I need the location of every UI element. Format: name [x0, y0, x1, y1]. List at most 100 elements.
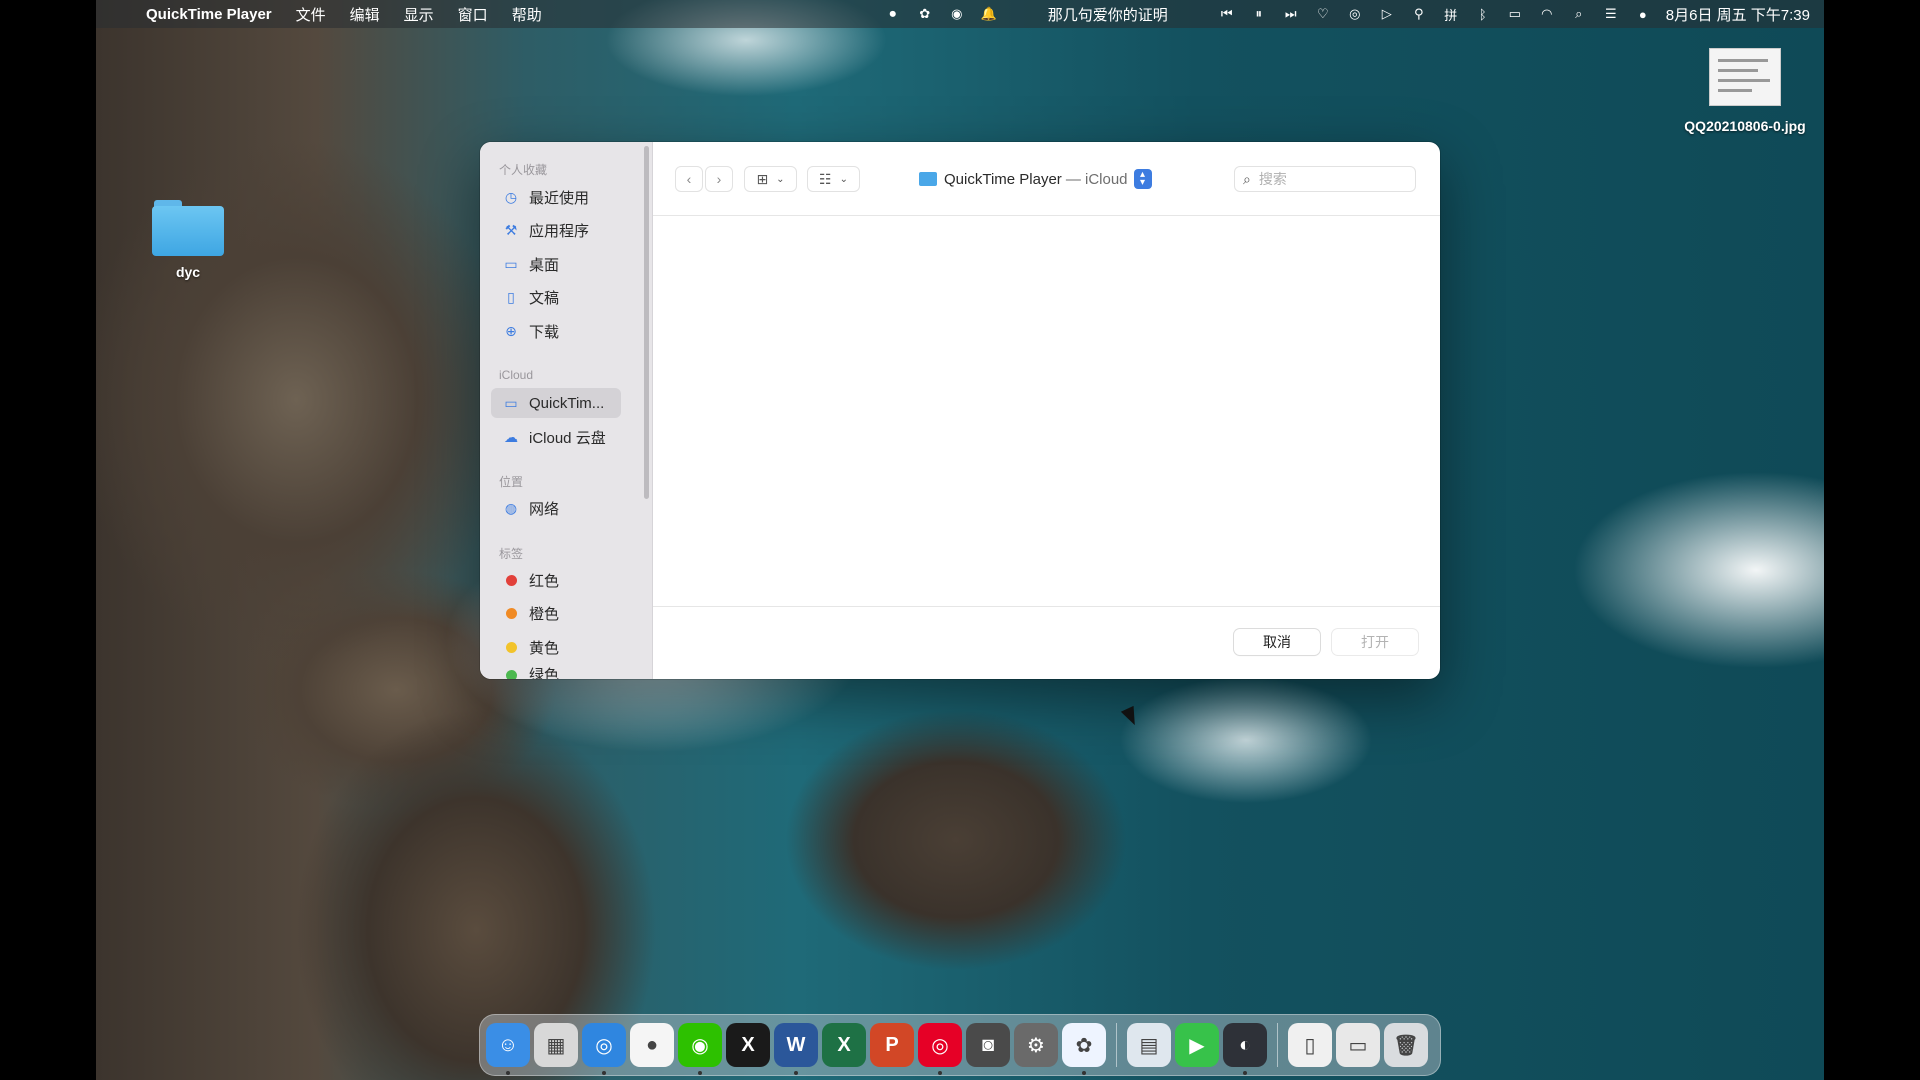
- next-track-icon[interactable]: ⏭: [1282, 6, 1300, 22]
- sidebar-scrollbar[interactable]: [644, 146, 649, 499]
- location-suffix: — iCloud: [1065, 170, 1128, 188]
- dock-screenshot-icon[interactable]: ◙: [966, 1023, 1010, 1067]
- open-button[interactable]: 打开: [1332, 629, 1418, 655]
- sidebar-tag-yellow[interactable]: 黄色: [491, 632, 621, 662]
- dock-capcut-icon[interactable]: X: [726, 1023, 770, 1067]
- sidebar-item-label: 应用程序: [529, 222, 590, 240]
- previous-track-icon[interactable]: ⏮: [1218, 6, 1236, 22]
- dock-launchpad-icon[interactable]: ▦: [534, 1023, 578, 1067]
- dock-word-icon[interactable]: W: [774, 1023, 818, 1075]
- mouse-cursor-icon: [1120, 705, 1142, 729]
- sidebar-item-label: 最近使用: [529, 189, 590, 207]
- dock-baidu-netdisk-icon[interactable]: ✿: [1062, 1023, 1106, 1075]
- desktop-folder-label: dyc: [175, 264, 201, 280]
- dock-finder-icon[interactable]: ☺: [486, 1023, 530, 1075]
- group-by-button[interactable]: ☷ ⌄: [807, 166, 860, 192]
- sidebar-item-label: 网络: [529, 500, 560, 518]
- applications-icon: ⚒: [504, 221, 518, 238]
- play-circle-icon[interactable]: ▷: [1378, 6, 1396, 22]
- input-method-icon[interactable]: 拼: [1442, 6, 1460, 23]
- sidebar-item-label: 红色: [529, 572, 560, 590]
- sidebar-item-quicktime-icloud[interactable]: ▭ QuickTim...: [491, 388, 621, 418]
- red-tag-dot-icon: [506, 574, 517, 586]
- desktop-folder-dyc[interactable]: dyc: [138, 196, 238, 280]
- sidebar-item-documents[interactable]: ▯ 文稿: [491, 282, 621, 312]
- notification-bell-icon[interactable]: 🔔: [980, 6, 998, 22]
- dialog-footer: 取消 打开: [653, 606, 1440, 679]
- menu-file[interactable]: 文件: [284, 4, 338, 25]
- netease-music-icon[interactable]: ◎: [1346, 6, 1364, 22]
- now-playing-title[interactable]: 那几句爱你的证明: [1048, 4, 1168, 25]
- siri-icon[interactable]: ●: [1634, 6, 1652, 22]
- image-thumbnail-icon: [1709, 48, 1781, 106]
- location-popup[interactable]: QuickTime Player — iCloud ▴ ▾: [919, 166, 1152, 192]
- forward-button[interactable]: ›: [705, 166, 733, 192]
- battery-icon[interactable]: ▭: [1506, 6, 1524, 22]
- menu-bar: QuickTime Player 文件 编辑 显示 窗口 帮助 ⏺ ✿ ◉ 🔔 …: [96, 0, 1824, 28]
- view-mode-button[interactable]: ⊞ ⌄: [744, 166, 797, 192]
- folder-icon: [919, 172, 937, 186]
- screen-record-icon[interactable]: ⏺: [884, 6, 902, 22]
- sidebar-item-icloud-drive[interactable]: ☁ iCloud 云盘: [491, 422, 621, 452]
- menu-app-name[interactable]: QuickTime Player: [134, 6, 284, 23]
- sidebar-item-label: 绿色: [529, 667, 560, 679]
- menu-edit[interactable]: 编辑: [338, 4, 392, 25]
- dock-separator: [1116, 1023, 1117, 1067]
- sidebar-item-label: 桌面: [529, 256, 560, 274]
- sidebar-item-label: iCloud 云盘: [529, 429, 606, 447]
- menu-help[interactable]: 帮助: [500, 4, 554, 25]
- sidebar-item-desktop[interactable]: ▭ 桌面: [491, 249, 621, 279]
- heart-icon[interactable]: ♡: [1314, 6, 1332, 22]
- sidebar-tag-red[interactable]: 红色: [491, 565, 621, 595]
- search-icon: ⌕: [1243, 170, 1251, 187]
- sidebar-section-icloud: iCloud: [499, 368, 534, 382]
- desktop-file-qq-screenshot[interactable]: QQ20210806-0.jpg: [1670, 48, 1820, 134]
- search-field[interactable]: ⌕ 搜索: [1234, 166, 1416, 192]
- menu-bar-clock[interactable]: 8月6日 周五 下午7:39: [1666, 4, 1810, 25]
- dock-system-preferences-icon[interactable]: ⚙: [1014, 1023, 1058, 1067]
- dock-safari-icon[interactable]: ◎: [582, 1023, 626, 1075]
- sidebar-tag-green[interactable]: 绿色: [491, 664, 621, 679]
- cancel-button[interactable]: 取消: [1234, 629, 1320, 655]
- dock-netease-music-icon[interactable]: ◎: [918, 1023, 962, 1075]
- bluetooth-icon[interactable]: ᛒ: [1474, 6, 1492, 22]
- menu-window[interactable]: 窗口: [446, 4, 500, 25]
- folder-icon: [152, 196, 224, 256]
- dock-quicktime-icon[interactable]: ◐: [1223, 1023, 1267, 1075]
- dock-preview-icon[interactable]: ▤: [1127, 1023, 1171, 1067]
- antenna-icon[interactable]: ⚲: [1410, 6, 1428, 22]
- chevron-left-icon: ‹: [686, 171, 692, 187]
- back-button[interactable]: ‹: [675, 166, 703, 192]
- dock-qq-icon[interactable]: ●: [630, 1023, 674, 1067]
- sidebar-item-recents[interactable]: ◷ 最近使用: [491, 182, 621, 212]
- document-icon: ▯: [507, 288, 515, 305]
- sidebar-item-label: 黄色: [529, 639, 560, 657]
- grid-view-icon: ⊞: [756, 170, 769, 187]
- file-browser-area[interactable]: [653, 216, 1440, 606]
- dock-excel-icon[interactable]: X: [822, 1023, 866, 1067]
- chevron-down-icon: ⌄: [839, 173, 848, 185]
- sidebar-item-applications[interactable]: ⚒ 应用程序: [491, 215, 621, 245]
- up-down-chevron-icon: ▴ ▾: [1133, 169, 1152, 189]
- sidebar-tag-orange[interactable]: 橙色: [491, 598, 621, 628]
- dock-powerpoint-icon[interactable]: P: [870, 1023, 914, 1067]
- dock-wechat-icon[interactable]: ◉: [678, 1023, 722, 1075]
- location-name: QuickTime Player: [944, 170, 1062, 188]
- spotlight-search-icon[interactable]: ⌕: [1570, 6, 1588, 22]
- dock-downloads-stack-icon[interactable]: ▭: [1336, 1023, 1380, 1067]
- control-center-icon[interactable]: ☰: [1602, 6, 1620, 22]
- dialog-sidebar: 个人收藏 ◷ 最近使用 ⚒ 应用程序 ▭ 桌面 ▯ 文稿 ⊕ 下载 iCloud: [480, 142, 653, 679]
- baidu-netdisk-icon[interactable]: ✿: [916, 6, 934, 22]
- dock-documents-icon[interactable]: ▯: [1288, 1023, 1332, 1067]
- dock-facetime-icon[interactable]: ▶: [1175, 1023, 1219, 1067]
- sidebar-item-network[interactable]: ◍ 网络: [491, 493, 621, 523]
- sidebar-section-tags: 标签: [499, 547, 524, 561]
- download-icon: ⊕: [505, 322, 517, 339]
- wechat-icon[interactable]: ◉: [948, 6, 966, 22]
- pause-icon[interactable]: ⏸: [1250, 6, 1268, 22]
- dock-trash-icon[interactable]: 🗑: [1384, 1023, 1428, 1067]
- sidebar-item-downloads[interactable]: ⊕ 下载: [491, 316, 621, 346]
- dock: ☺ ▦ ◎ ● ◉ X W X P ◎ ◙ ⚙ ✿ ▤ ▶ ◐ ▯ ▭ 🗑: [479, 1014, 1441, 1076]
- wifi-icon[interactable]: ◠: [1538, 6, 1556, 22]
- menu-view[interactable]: 显示: [392, 4, 446, 25]
